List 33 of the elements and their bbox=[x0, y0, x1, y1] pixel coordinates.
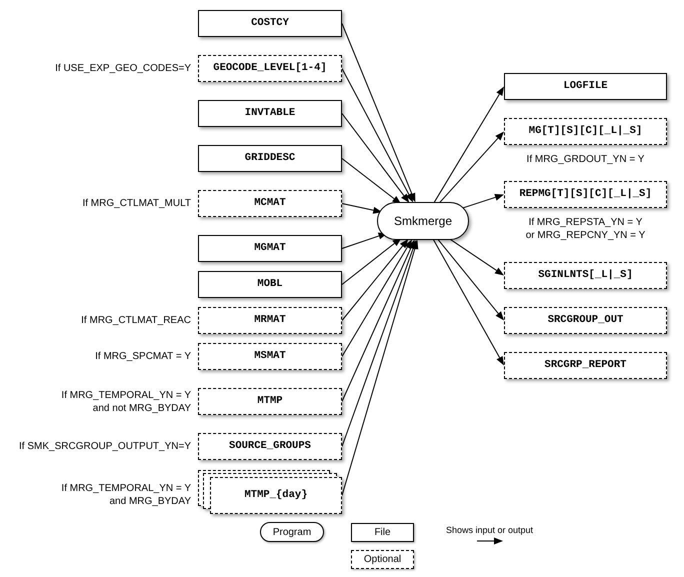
input-file-box: COSTCY bbox=[198, 10, 342, 37]
output-file-box: REPMG[T][S][C][_L|_S] bbox=[504, 181, 667, 208]
input-file-box: GRIDDESC bbox=[198, 145, 342, 172]
condition-text: If MRG_CTLMAT_MULT bbox=[82, 197, 191, 210]
input-file-box: MSMAT bbox=[198, 343, 342, 370]
condition-text: If MRG_CTLMAT_REAC bbox=[81, 314, 191, 327]
output-file-box: MG[T][S][C][_L|_S] bbox=[504, 118, 667, 145]
output-file-box: LOGFILE bbox=[504, 73, 667, 100]
legend-program-node: Program bbox=[260, 522, 324, 542]
input-file-box: MGMAT bbox=[198, 235, 342, 262]
condition-text: If SMK_SRCGROUP_OUTPUT_YN=Y bbox=[19, 440, 191, 453]
input-file-box: MCMAT bbox=[198, 190, 342, 217]
condition-text: If MRG_TEMPORAL_YN = Y and MRG_BYDAY bbox=[61, 482, 191, 508]
input-file-box: MRMAT bbox=[198, 307, 342, 334]
input-file-box: MTMP bbox=[198, 388, 342, 415]
program-node: Smkmerge bbox=[377, 202, 469, 240]
input-file-box: INVTABLE bbox=[198, 100, 342, 127]
legend-file-box: File bbox=[351, 523, 414, 542]
legend-arrow bbox=[476, 538, 503, 544]
output-file-box: SRCGRP_REPORT bbox=[504, 352, 667, 379]
input-file-box: MTMP_{day} bbox=[210, 477, 342, 514]
legend-arrow-text: Shows input or output bbox=[446, 524, 534, 537]
condition-text: If MRG_GRDOUT_YN = Y bbox=[526, 153, 646, 166]
condition-text: If MRG_TEMPORAL_YN = Y and not MRG_BYDAY bbox=[61, 388, 191, 414]
condition-text: If MRG_REPSTA_YN = Y or MRG_REPCNY_YN = Y bbox=[524, 216, 646, 242]
condition-text: If USE_EXP_GEO_CODES=Y bbox=[55, 62, 191, 75]
condition-text: If MRG_SPCMAT = Y bbox=[95, 350, 191, 363]
input-file-box: SOURCE_GROUPS bbox=[198, 433, 342, 460]
input-file-box: GEOCODE_LEVEL[1-4] bbox=[198, 55, 342, 82]
output-file-box: SRCGROUP_OUT bbox=[504, 307, 667, 334]
input-file-box: MOBL bbox=[198, 271, 342, 298]
output-file-box: SGINLNTS[_L|_S] bbox=[504, 262, 667, 289]
legend-optional-box: Optional bbox=[351, 550, 414, 569]
